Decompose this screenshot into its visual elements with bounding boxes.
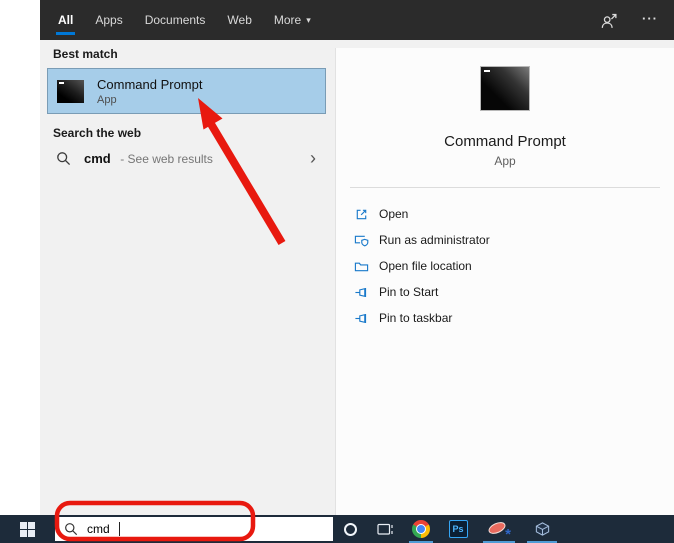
divider bbox=[350, 187, 660, 188]
cortana-icon bbox=[343, 522, 357, 536]
search-icon bbox=[65, 523, 78, 536]
action-open-file-location[interactable]: Open file location bbox=[336, 253, 674, 279]
search-query-value: cmd bbox=[87, 522, 110, 536]
result-subtitle: App bbox=[97, 93, 117, 106]
preview-subtitle: App bbox=[494, 154, 516, 168]
web-search-result[interactable]: cmd - See web results › bbox=[47, 143, 326, 174]
media-disc-app-button[interactable]: * bbox=[477, 515, 521, 543]
search-results-area: Best match Command Prompt App Search the… bbox=[40, 40, 674, 515]
best-match-result-command-prompt[interactable]: Command Prompt App bbox=[47, 68, 326, 114]
photoshop-button[interactable]: Ps bbox=[439, 515, 477, 543]
text-cursor bbox=[118, 522, 120, 536]
web-section-label: Search the web bbox=[53, 126, 142, 140]
open-icon bbox=[356, 209, 367, 219]
taskbar-search-input[interactable]: cmd bbox=[55, 517, 333, 541]
tab-web[interactable]: Web bbox=[227, 0, 251, 40]
command-prompt-icon bbox=[57, 79, 84, 103]
folder-location-icon bbox=[354, 262, 369, 271]
chrome-icon bbox=[412, 520, 430, 538]
web-suffix-text: - See web results bbox=[120, 151, 213, 166]
header-actions: ··· bbox=[600, 11, 658, 30]
preview-panel: Command Prompt App Open Run as administr… bbox=[335, 48, 674, 515]
preview-title: Command Prompt bbox=[444, 133, 566, 150]
context-actions: Open Run as administrator Open file loca… bbox=[336, 201, 674, 331]
chrome-button[interactable] bbox=[403, 515, 439, 543]
search-icon bbox=[57, 152, 71, 166]
search-filter-tabs: All Apps Documents Web More ▾ bbox=[55, 0, 311, 40]
taskbar: cmd Ps * bbox=[0, 515, 674, 543]
chevron-right-icon: › bbox=[310, 147, 316, 168]
action-open[interactable]: Open bbox=[336, 201, 674, 227]
admin-shield-icon bbox=[354, 235, 369, 246]
search-flyout: All Apps Documents Web More ▾ ··· Best m… bbox=[40, 0, 674, 515]
command-prompt-large-icon bbox=[480, 66, 530, 111]
start-button[interactable] bbox=[0, 515, 55, 543]
pin-icon bbox=[355, 313, 367, 323]
search-header: All Apps Documents Web More ▾ ··· bbox=[40, 0, 674, 40]
cortana-button[interactable] bbox=[333, 515, 367, 543]
desktop: All Apps Documents Web More ▾ ··· Best m… bbox=[0, 0, 674, 543]
windows-logo-icon bbox=[20, 521, 35, 537]
gear-glyph: * bbox=[505, 526, 511, 543]
photoshop-icon: Ps bbox=[448, 520, 468, 538]
virtualbox-icon bbox=[535, 522, 549, 536]
web-query-text: cmd bbox=[84, 150, 111, 166]
tab-apps[interactable]: Apps bbox=[95, 0, 122, 40]
action-pin-to-taskbar[interactable]: Pin to taskbar bbox=[336, 305, 674, 331]
task-view-button[interactable] bbox=[367, 515, 403, 543]
pin-icon bbox=[355, 287, 367, 297]
dropdown-arrow-icon: ▾ bbox=[306, 15, 311, 25]
media-disc-app-icon: * bbox=[486, 519, 511, 543]
result-title: Command Prompt bbox=[97, 76, 203, 92]
tab-more[interactable]: More ▾ bbox=[274, 0, 311, 40]
account-icon[interactable] bbox=[600, 12, 618, 29]
best-match-section-label: Best match bbox=[53, 47, 118, 61]
tab-documents[interactable]: Documents bbox=[145, 0, 206, 40]
more-options-icon[interactable]: ··· bbox=[642, 11, 658, 30]
action-run-as-administrator[interactable]: Run as administrator bbox=[336, 227, 674, 253]
task-view-icon bbox=[376, 523, 393, 535]
action-pin-to-start[interactable]: Pin to Start bbox=[336, 279, 674, 305]
virtualbox-button[interactable] bbox=[521, 515, 563, 543]
tab-all[interactable]: All bbox=[55, 0, 76, 40]
